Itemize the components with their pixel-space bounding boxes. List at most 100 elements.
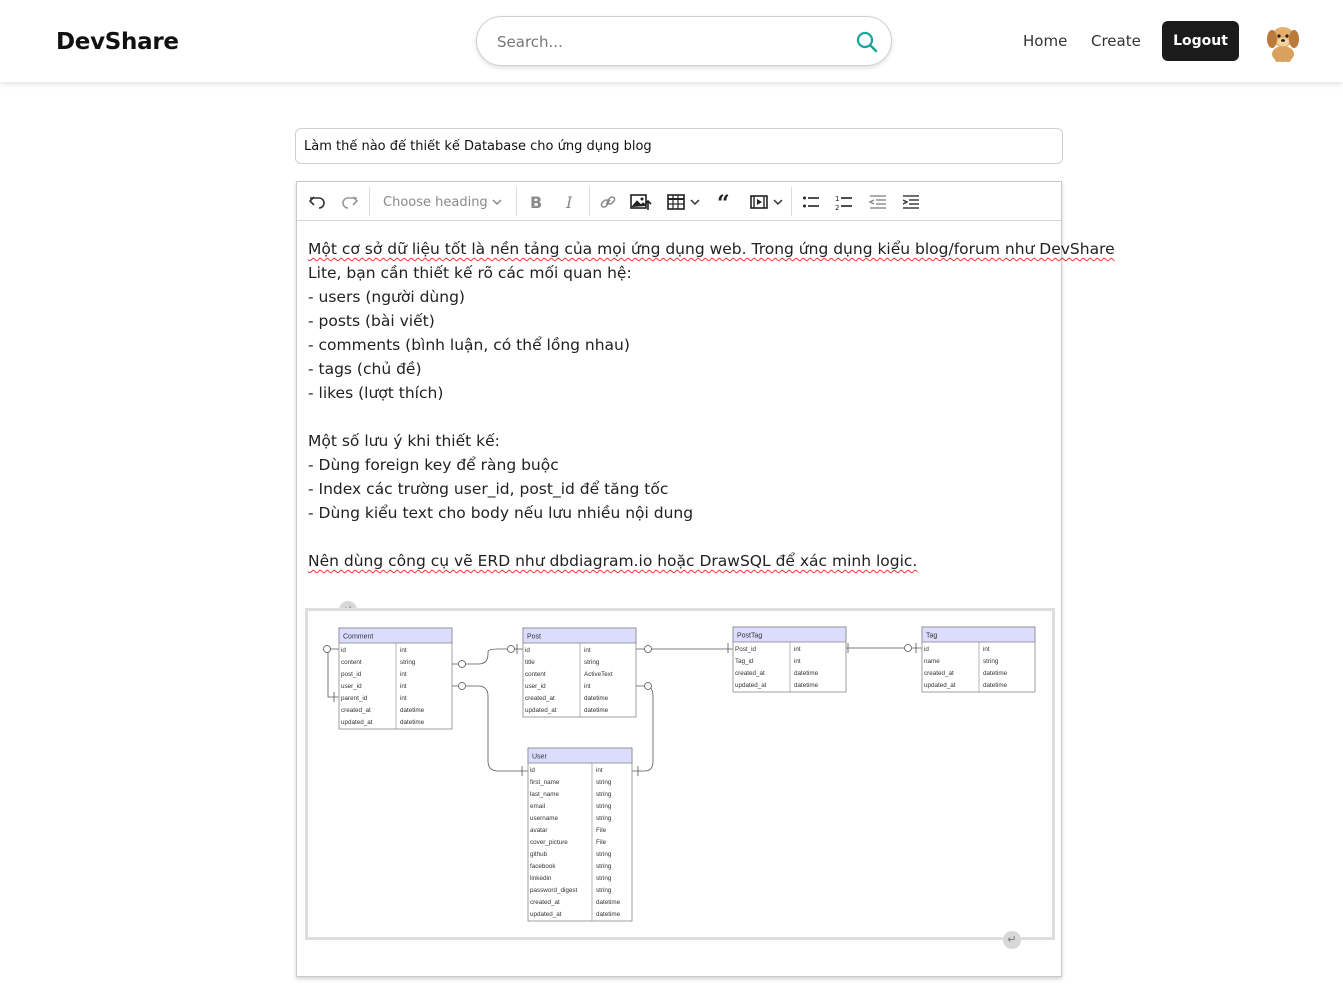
erd-field-type: int <box>584 683 591 690</box>
erd-field-name: id <box>924 646 929 653</box>
svg-text:1: 1 <box>835 195 839 203</box>
outdent-icon[interactable] <box>867 190 889 214</box>
erd-field-type: datetime <box>983 670 1008 677</box>
table-icon[interactable] <box>665 190 687 214</box>
list-line: - users (người dùng) <box>308 288 465 306</box>
erd-field-type: File <box>596 827 607 834</box>
erd-field-type: string <box>400 659 416 666</box>
svg-text:B: B <box>530 193 542 212</box>
insert-image-icon[interactable] <box>629 190 653 214</box>
heading-dropdown[interactable]: Choose heading <box>375 190 509 214</box>
search-icon[interactable] <box>855 30 879 54</box>
insert-paragraph-after-icon[interactable]: ↵ <box>1003 931 1021 949</box>
erd-field-name: id <box>525 647 530 654</box>
erd-field-name: content <box>341 659 362 666</box>
svg-text:I: I <box>565 193 573 212</box>
erd-field-name: user_id <box>525 683 546 690</box>
bulleted-list-icon[interactable] <box>800 190 822 214</box>
svg-text:2: 2 <box>835 204 839 212</box>
erd-field-name: created_at <box>924 670 954 677</box>
relationship-marker <box>323 645 331 653</box>
nav-home-link[interactable]: Home <box>1023 32 1067 50</box>
nav-create-link[interactable]: Create <box>1091 32 1141 50</box>
erd-field-name: id <box>341 647 346 654</box>
toolbar-divider <box>516 187 517 216</box>
top-navbar: DevShare Home Create Logout <box>0 0 1343 82</box>
erd-field-name: content <box>525 671 546 678</box>
erd-field-type: int <box>794 646 801 653</box>
erd-field-type: int <box>400 695 407 702</box>
erd-table-name: PostTag <box>737 633 762 640</box>
erd-field-name: username <box>530 815 558 822</box>
erd-image[interactable]: Comment id int content string post_id int user_… <box>305 608 1055 940</box>
erd-field-name: cover_picture <box>530 839 568 846</box>
erd-field-name: email <box>530 803 545 810</box>
erd-field-name: created_at <box>525 695 555 702</box>
bold-icon[interactable]: B <box>525 190 547 214</box>
italic-icon[interactable]: I <box>559 190 581 214</box>
relationship-marker <box>458 682 466 690</box>
numbered-list-icon[interactable]: 12 <box>833 190 855 214</box>
erd-field-type: string <box>596 851 612 858</box>
relationship-line <box>327 648 339 698</box>
erd-field-type: int <box>983 646 990 653</box>
erd-field-type: datetime <box>400 719 425 726</box>
undo-icon[interactable] <box>305 190 329 214</box>
toolbar-divider <box>589 187 590 216</box>
erd-field-name: facebook <box>530 863 556 870</box>
erd-field-name: avatar <box>530 827 548 834</box>
search-box <box>476 16 892 66</box>
erd-field-name: post_id <box>341 671 362 678</box>
erd-field-name: created_at <box>341 707 371 714</box>
erd-table-name: Comment <box>343 634 373 641</box>
link-icon[interactable] <box>597 190 619 214</box>
list-line: - Dùng foreign key để ràng buộc <box>308 456 559 474</box>
logout-button[interactable]: Logout <box>1162 21 1239 61</box>
erd-diagram: Commentid intcontent stringpost_id intuser_… <box>323 626 1036 922</box>
avatar[interactable] <box>1263 20 1303 62</box>
erd-table-name: User <box>532 754 547 761</box>
erd-field-type: ActiveText <box>584 671 613 678</box>
search-input[interactable] <box>497 30 837 54</box>
erd-field-type: int <box>400 647 407 654</box>
relationship-marker <box>904 644 912 652</box>
erd-field-type: datetime <box>794 682 819 689</box>
erd-field-type: datetime <box>794 670 819 677</box>
redo-icon[interactable] <box>338 190 362 214</box>
table-dropdown-icon[interactable] <box>689 190 701 214</box>
relationship-marker <box>507 645 515 653</box>
list-line: - likes (lượt thích) <box>308 384 444 402</box>
relationship-marker <box>644 682 652 690</box>
erd-table-header <box>921 626 1036 643</box>
blockquote-icon[interactable]: “ <box>715 190 737 214</box>
media-dropdown-icon[interactable] <box>772 190 784 214</box>
erd-field-type: string <box>596 779 612 786</box>
erd-field-type: int <box>584 647 591 654</box>
erd-field-type: datetime <box>596 899 621 906</box>
heading-dropdown-label: Choose heading <box>383 194 488 210</box>
erd-field-type: string <box>596 791 612 798</box>
erd-field-name: name <box>924 658 940 665</box>
erd-field-type: datetime <box>584 707 609 714</box>
editor-content[interactable]: Một cơ sở dữ liệu tốt là nền tảng của mọ… <box>308 237 1115 573</box>
erd-table-name: Post <box>527 634 541 641</box>
erd-field-name: created_at <box>735 670 765 677</box>
erd-field-name: updated_at <box>924 682 956 689</box>
toolbar-divider <box>791 187 792 216</box>
media-embed-icon[interactable] <box>748 190 770 214</box>
rich-text-editor: Choose heading B I “ 1 2 Một cơ sở dữ li… <box>296 181 1115 977</box>
list-line: - tags (chủ đề) <box>308 360 422 378</box>
brand-logo[interactable]: DevShare <box>56 29 179 55</box>
erd-field-type: string <box>596 815 612 822</box>
erd-field-name: id <box>530 767 535 774</box>
paragraph: Lite, bạn cần thiết kế rõ các mối quan h… <box>308 264 632 282</box>
indent-icon[interactable] <box>900 190 922 214</box>
erd-field-type: datetime <box>400 707 425 714</box>
post-title-input[interactable] <box>295 128 1063 164</box>
erd-field-type: string <box>596 803 612 810</box>
erd-field-type: string <box>596 887 612 894</box>
paragraph: Một số lưu ý khi thiết kế: <box>308 432 500 450</box>
erd-field-type: File <box>596 839 607 846</box>
erd-field-type: int <box>400 683 407 690</box>
